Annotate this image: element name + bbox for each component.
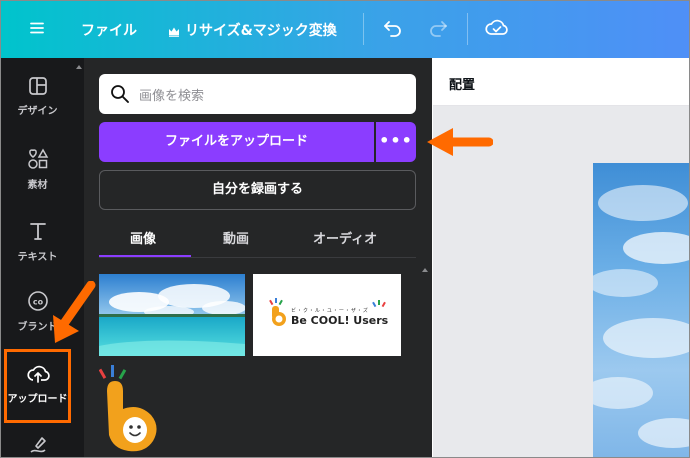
top-toolbar: ファイル リサイズ&マジック変換 — [1, 1, 689, 58]
crown-icon — [168, 22, 180, 41]
position-button[interactable]: 配置 — [449, 74, 475, 93]
app-window: ファイル リサイズ&マジック変換 デザイン 素材 テキスト co ブランド アッ… — [0, 0, 690, 458]
rail-item-label: テキスト — [17, 252, 58, 263]
rail-scrollbar[interactable] — [74, 58, 84, 457]
toolbar-divider — [363, 13, 364, 45]
tab-audio[interactable]: オーディオ — [313, 228, 377, 247]
upload-files-button[interactable]: ファイルをアップロード — [99, 122, 374, 162]
tab-videos[interactable]: 動画 — [223, 228, 249, 247]
panel-scrollbar[interactable] — [420, 264, 430, 457]
rail-item-label: 素材 — [27, 180, 48, 191]
rail-item-text[interactable]: テキスト — [1, 220, 74, 263]
resize-magic-button[interactable]: リサイズ&マジック変換 — [185, 20, 337, 40]
uploads-highlight-box — [4, 349, 71, 423]
redo-icon[interactable] — [428, 19, 448, 41]
text-t-icon — [1, 220, 74, 245]
rail-item-label: デザイン — [17, 106, 58, 117]
tab-images[interactable]: 画像 — [130, 228, 156, 247]
uploads-panel: 画像を検索 ファイルをアップロード ••• 自分を録画する 画像 動画 オーディ… — [84, 58, 432, 457]
active-tab-indicator — [99, 255, 191, 257]
record-yourself-button[interactable]: 自分を録画する — [99, 170, 416, 210]
arrow-to-more-button-icon — [425, 125, 494, 163]
layout-icon — [1, 76, 74, 99]
rail-item-design[interactable]: デザイン — [1, 76, 74, 117]
logo-kana-text: ビ・ク・ル・ユ・ー・ザ・ズ — [291, 308, 369, 314]
toolbar-divider — [467, 13, 468, 45]
arrow-to-uploads-icon — [49, 280, 99, 351]
design-page[interactable] — [593, 163, 689, 457]
menu-icon[interactable] — [30, 20, 44, 34]
uploaded-image-mascot[interactable] — [98, 363, 161, 457]
search-input[interactable]: 画像を検索 — [139, 85, 204, 104]
search-icon — [110, 84, 130, 108]
tabs-divider — [99, 257, 416, 258]
rail-item-draw[interactable] — [1, 434, 74, 457]
logo-main-text: Be COOL! Users — [291, 314, 389, 327]
editor-toolbar: 配置 — [433, 58, 689, 106]
uploaded-image-logo[interactable]: ビ・ク・ル・ユ・ー・ザ・ズ Be COOL! Users — [253, 274, 401, 356]
rail-item-elements[interactable]: 素材 — [1, 148, 74, 191]
svg-text:co: co — [32, 298, 43, 307]
cloud-saved-icon[interactable] — [485, 18, 509, 42]
upload-more-options-button[interactable]: ••• — [376, 122, 416, 162]
undo-icon[interactable] — [383, 19, 403, 41]
uploaded-image-beach[interactable] — [99, 274, 245, 356]
file-menu-button[interactable]: ファイル — [81, 20, 137, 40]
draw-icon — [1, 434, 74, 457]
shapes-icon — [1, 148, 74, 173]
search-field[interactable]: 画像を検索 — [99, 74, 416, 114]
